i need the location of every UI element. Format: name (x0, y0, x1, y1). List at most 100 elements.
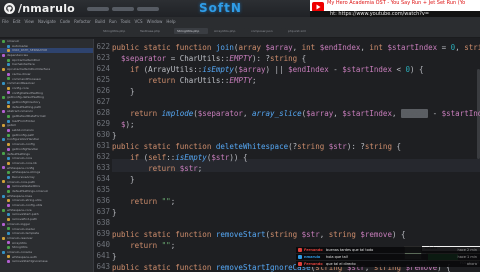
code-line-632: if (self::isEmpty($str)) { (130, 153, 248, 162)
file-icon (2, 110, 5, 114)
file-icon (7, 58, 10, 62)
file-icon (7, 185, 10, 189)
file-icon (7, 171, 10, 175)
menu-item[interactable]: Navigate (38, 19, 56, 24)
chat-message: Fernando que tal el directo ahora (296, 261, 480, 267)
line-number: 640 (96, 240, 110, 249)
menu-item[interactable]: Window (147, 19, 163, 24)
file-icon (7, 100, 10, 104)
file-icon (7, 246, 10, 250)
overlay-pill (86, 6, 109, 11)
editor-tab[interactable]: StringUtils.php (174, 28, 208, 34)
menu-item[interactable]: Tools (121, 19, 131, 24)
line-number: 626 (96, 86, 110, 95)
chat-message: Fernando buenas tardes que tal todo hace 2… (296, 247, 480, 253)
menu-item[interactable]: File (2, 19, 9, 24)
file-icon (7, 142, 10, 146)
project-tree-item[interactable]: removeStartIgnoreCase (0, 259, 93, 264)
code-line-624: if (ArrayUtils::isEmpty($array) || $endI… (130, 65, 424, 74)
editor-tab[interactable]: StringUtils.php (100, 28, 134, 34)
code-line-636: return ""; (130, 197, 176, 206)
project-panel: nmarulo Autoloader UNIX_PATH_SEPARATOR depe… (0, 39, 94, 272)
code-line-637: } (112, 208, 117, 217)
line-number: 636 (96, 196, 110, 205)
menu-item[interactable]: VCS (135, 19, 143, 24)
line-number: 624 (96, 64, 110, 73)
file-icon (2, 82, 5, 86)
line-number: 625 (96, 75, 110, 84)
line-number: 629 (96, 119, 110, 128)
code-line-626: } (112, 87, 135, 96)
chat-username: nmarulo (304, 255, 321, 259)
editor-tab[interactable]: composer.json (248, 28, 282, 34)
file-icon (7, 147, 10, 151)
code-editor[interactable]: public static function join(array $array… (112, 42, 480, 272)
brand-logo: SoftN (199, 1, 242, 15)
editor-tab[interactable]: TestCase.php (137, 28, 171, 34)
line-number: 633 (96, 163, 110, 172)
line-number: 639 (96, 229, 110, 238)
chat-time: hace 2 min (457, 248, 478, 252)
file-icon (2, 180, 5, 184)
chat-text: hola que tal! (326, 255, 349, 259)
chat-text: que tal el directo (326, 262, 356, 266)
line-number: 638 (96, 218, 110, 227)
line-number: 634 (96, 174, 110, 183)
chat-time: ahora (466, 262, 477, 266)
editor-tabs: StringUtils.php TestCase.php StringUtils.p… (100, 28, 319, 34)
code-line-639: public static function removeStart(strin… (112, 230, 406, 239)
file-icon (7, 133, 10, 137)
line-number: 637 (96, 207, 110, 216)
file-icon (2, 166, 5, 170)
overlay-pill (136, 6, 159, 11)
code-line-634: } (112, 175, 135, 184)
github-icon (4, 3, 15, 14)
redacted-argument: xxxxxx (401, 109, 429, 118)
line-number-gutter: 622 623 624 625 626 627 628 629 630 631 632 633 634 6… (95, 42, 111, 272)
file-icon (2, 208, 5, 212)
code-line-640: return ""; (130, 241, 176, 250)
line-number: 627 (96, 97, 110, 106)
editor-tab[interactable]: ArrayUtils.php (211, 28, 245, 34)
file-icon (2, 138, 5, 142)
file-icon (7, 86, 10, 90)
overlay-pill (111, 6, 134, 11)
file-icon (2, 124, 5, 128)
file-icon (7, 157, 10, 161)
menu-item[interactable]: Run (109, 19, 117, 24)
file-icon (7, 44, 10, 48)
overlay-pills (86, 6, 159, 11)
editor-tab[interactable]: phpunit.xml (285, 28, 319, 34)
code-line-625: return CharUtils::EMPTY; (148, 76, 257, 85)
line-number: 641 (96, 251, 110, 260)
file-icon (7, 260, 10, 264)
file-icon (7, 128, 10, 132)
menu-item[interactable]: View (24, 19, 34, 24)
file-icon (2, 250, 5, 254)
file-icon (7, 232, 10, 236)
code-line-631: public static function deleteWhitespace(… (112, 142, 401, 151)
line-number: 622 (96, 42, 110, 51)
now-playing-title: My Hero Academia OST - You Say Run + Jet… (327, 0, 466, 6)
line-number: 631 (96, 141, 110, 150)
menu-item[interactable]: Edit (13, 19, 21, 24)
menu-item[interactable]: Build (95, 19, 105, 24)
chat-user-icon (298, 255, 302, 259)
code-line-622: public static function join(array $array… (112, 43, 480, 52)
file-icon (2, 152, 5, 156)
chat-message: nmarulo hola que tal! hace 1 min (296, 254, 480, 260)
menu-item[interactable]: Refactor (74, 19, 91, 24)
github-badge: /nmarulo (0, 0, 79, 17)
file-icon (7, 255, 10, 259)
menu-item[interactable]: Code (60, 19, 70, 24)
ide-menu: File Edit View Navigate Code Refactor Build Run… (2, 19, 176, 24)
file-icon (2, 39, 5, 43)
menu-item[interactable]: Help (166, 19, 175, 24)
line-number: 628 (96, 108, 110, 117)
project-tree-label: removeStartIgnoreCase (12, 259, 48, 264)
code-line-630: } (112, 131, 117, 140)
chat-user-icon (298, 248, 302, 252)
file-icon (2, 67, 5, 71)
line-number: 643 (96, 262, 110, 271)
file-icon (7, 189, 10, 193)
